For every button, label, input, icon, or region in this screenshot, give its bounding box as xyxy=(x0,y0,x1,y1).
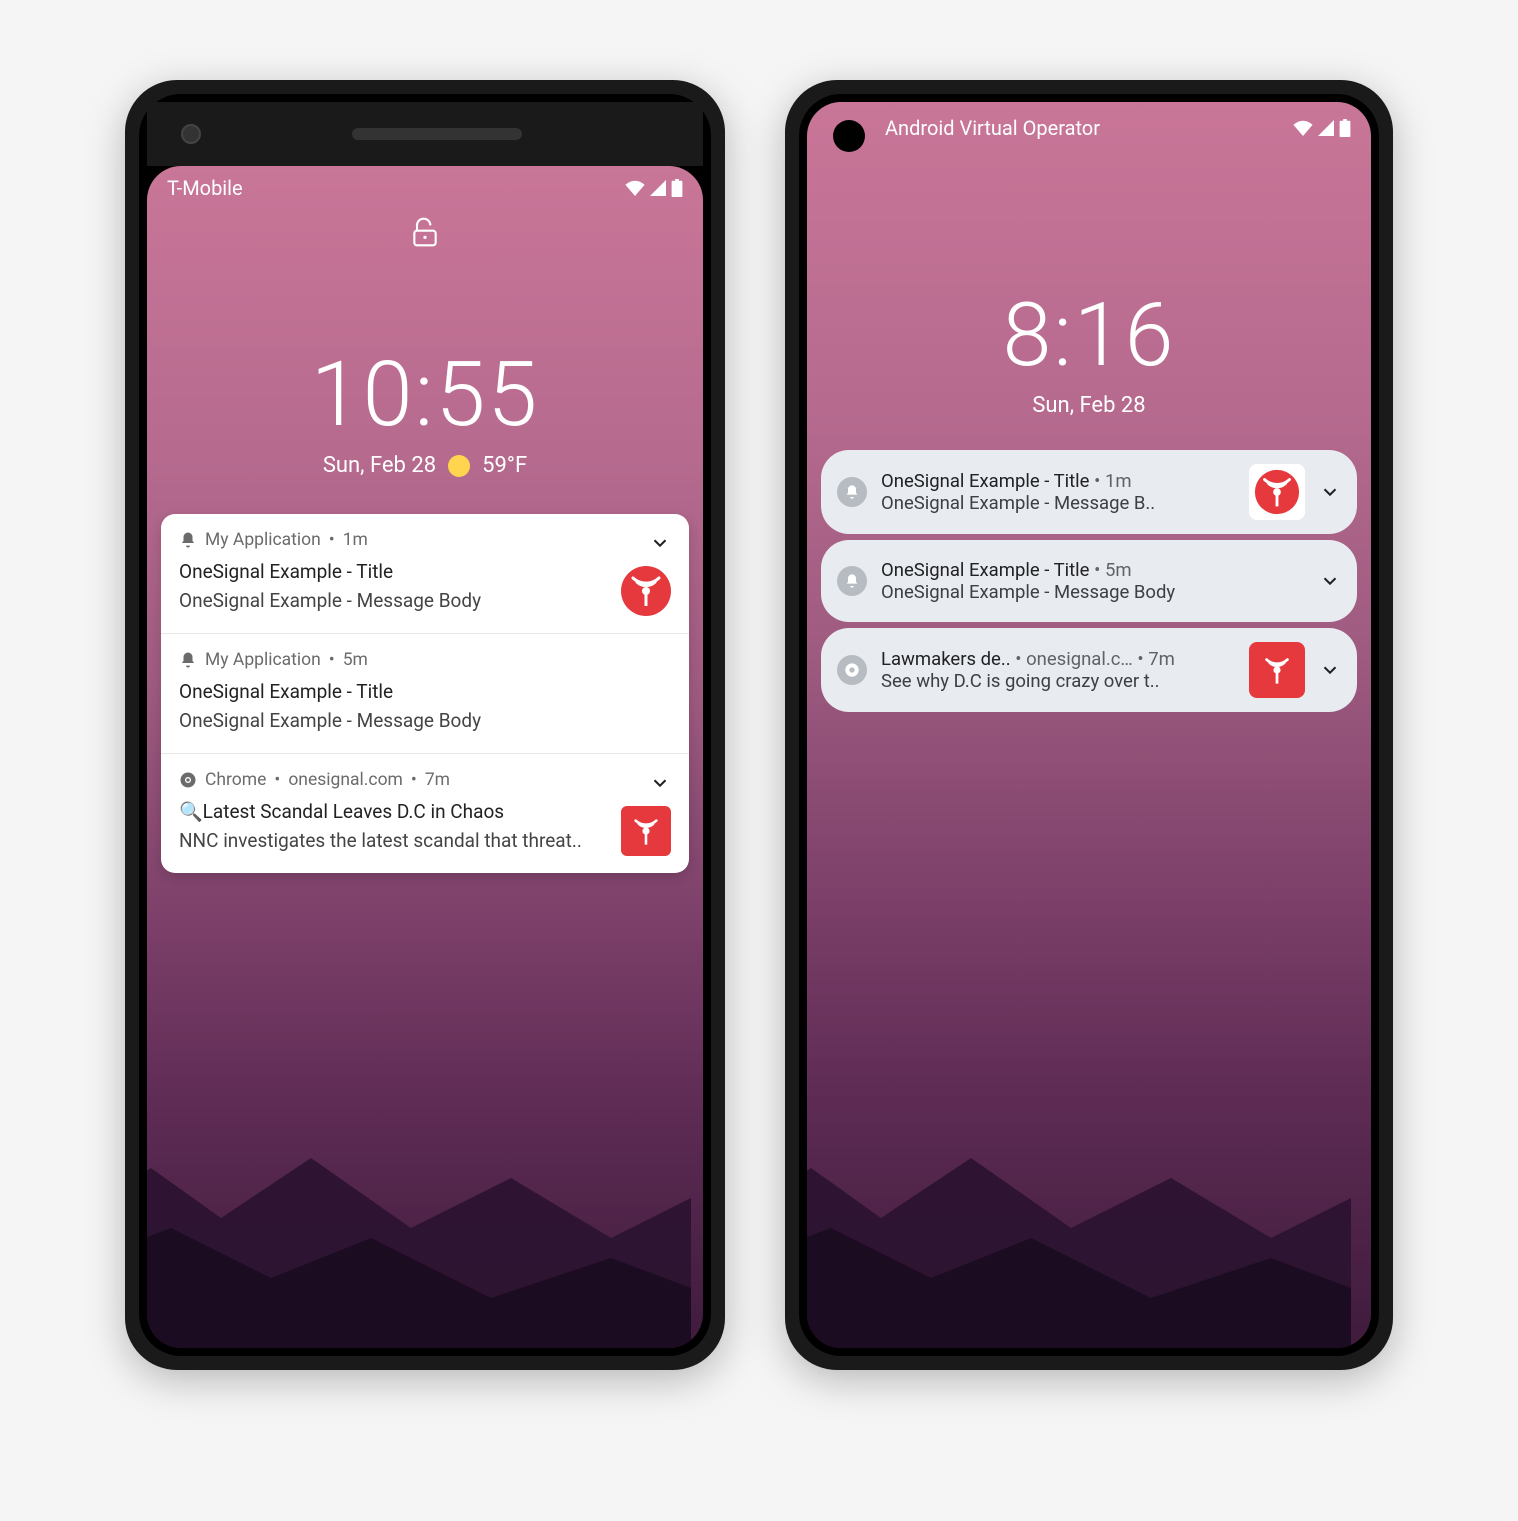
notification-time: 1m xyxy=(1105,470,1132,492)
notification-text: OneSignal Example - Title • 1m OneSignal… xyxy=(881,470,1235,514)
notification-body: OneSignal Example - Message Body xyxy=(179,587,671,616)
notification-title: Lawmakers de.. xyxy=(881,648,1011,670)
onesignal-icon xyxy=(621,566,671,616)
notification-title: 🔍Latest Scandal Leaves D.C in Chaos xyxy=(179,798,671,827)
app-name: My Application xyxy=(205,650,321,670)
battery-icon xyxy=(1339,119,1351,137)
lockscreen: 10:55 Sun, Feb 28 59°F xyxy=(147,204,703,478)
chevron-down-icon[interactable] xyxy=(649,772,671,794)
wifi-icon xyxy=(1293,120,1313,136)
notification-text: Lawmakers de.. • onesignal.c… • 7m See w… xyxy=(881,648,1235,692)
notification-title: OneSignal Example - Title xyxy=(881,559,1090,581)
chevron-down-icon[interactable] xyxy=(1319,481,1341,503)
temperature-label: 59°F xyxy=(482,453,527,478)
lockscreen: 8:16 Sun, Feb 28 xyxy=(807,144,1371,418)
notification-header: My Application • 1m xyxy=(179,530,671,550)
site-name: onesignal.com xyxy=(288,770,403,790)
status-icons xyxy=(625,179,683,197)
app-name: Chrome xyxy=(205,770,266,790)
notification-card[interactable]: My Application • 1m OneSignal Example - … xyxy=(161,514,689,634)
notification-body: NNC investigates the latest scandal that… xyxy=(179,827,671,856)
carrier-label: Android Virtual Operator xyxy=(885,116,1100,140)
chrome-icon xyxy=(844,662,860,678)
weather-icon xyxy=(448,455,470,477)
notification-body: OneSignal Example - Message Body xyxy=(179,707,671,736)
notification-time: 1m xyxy=(343,530,368,550)
notification-title: OneSignal Example - Title xyxy=(881,470,1090,492)
phone-inner: Android Virtual Operator 8:16 Sun, Feb 2… xyxy=(799,94,1379,1356)
notification-body: OneSignal Example - Message B.. xyxy=(881,492,1235,514)
notification-large-icon xyxy=(1249,642,1305,698)
wallpaper-mountains xyxy=(807,1068,1351,1348)
notification-time: 7m xyxy=(425,770,450,790)
onesignal-icon xyxy=(626,811,666,851)
notification-header: My Application • 5m xyxy=(179,650,671,670)
notification-card[interactable]: Lawmakers de.. • onesignal.c… • 7m See w… xyxy=(821,628,1357,712)
date-row: Sun, Feb 28 xyxy=(807,393,1371,418)
speaker xyxy=(352,128,522,140)
bell-icon xyxy=(179,531,197,549)
notification-large-icon xyxy=(1249,464,1305,520)
chevron-down-icon[interactable] xyxy=(649,532,671,554)
notification-header: Chrome • onesignal.com • 7m xyxy=(179,770,671,790)
wifi-icon xyxy=(625,180,645,196)
notification-body: See why D.C is going crazy over t.. xyxy=(881,670,1235,692)
phone-forehead xyxy=(147,102,703,166)
unlock-icon xyxy=(409,216,441,252)
onesignal-icon xyxy=(1253,468,1301,516)
signal-icon xyxy=(1317,120,1335,136)
status-bar: T-Mobile xyxy=(147,166,703,204)
notification-title: OneSignal Example - Title xyxy=(179,558,671,587)
date-label: Sun, Feb 28 xyxy=(323,453,436,478)
battery-icon xyxy=(671,179,683,197)
notification-card[interactable]: OneSignal Example - Title • 5m OneSignal… xyxy=(821,540,1357,622)
notification-panel: OneSignal Example - Title • 1m OneSignal… xyxy=(821,450,1357,712)
carrier-label: T-Mobile xyxy=(167,176,243,200)
bell-icon xyxy=(179,651,197,669)
date-row: Sun, Feb 28 59°F xyxy=(147,453,703,478)
notification-card[interactable]: OneSignal Example - Title • 1m OneSignal… xyxy=(821,450,1357,534)
notification-large-icon xyxy=(621,806,671,856)
onesignal-icon xyxy=(1257,650,1297,690)
signal-icon xyxy=(649,180,667,196)
front-camera xyxy=(181,124,201,144)
notification-card[interactable]: My Application • 5m OneSignal Example - … xyxy=(161,634,689,754)
app-icon-pill xyxy=(837,655,867,685)
date-label: Sun, Feb 28 xyxy=(1032,393,1145,418)
notification-time: 5m xyxy=(1105,559,1132,581)
notification-time: 7m xyxy=(1148,648,1175,670)
notification-time: 5m xyxy=(343,650,368,670)
screen[interactable]: T-Mobile 10:55 Sun, Feb 28 59°F xyxy=(147,166,703,1348)
notification-body: OneSignal Example - Message Body xyxy=(881,581,1305,603)
chevron-down-icon[interactable] xyxy=(1319,570,1341,592)
notification-title: OneSignal Example - Title xyxy=(179,678,671,707)
app-icon-pill xyxy=(837,566,867,596)
clock: 8:16 xyxy=(807,284,1371,387)
phone-pixel3: T-Mobile 10:55 Sun, Feb 28 59°F xyxy=(125,80,725,1370)
app-icon-pill xyxy=(837,477,867,507)
chevron-down-icon[interactable] xyxy=(1319,659,1341,681)
chrome-icon xyxy=(179,771,197,789)
screen[interactable]: Android Virtual Operator 8:16 Sun, Feb 2… xyxy=(807,102,1371,1348)
wallpaper-mountains xyxy=(147,1068,691,1348)
notification-text: OneSignal Example - Title • 5m OneSignal… xyxy=(881,559,1305,603)
bell-icon xyxy=(844,484,860,500)
clock: 10:55 xyxy=(147,342,703,447)
site-name: onesignal.c… xyxy=(1026,648,1133,670)
phone-pixel5: Android Virtual Operator 8:16 Sun, Feb 2… xyxy=(785,80,1393,1370)
app-name: My Application xyxy=(205,530,321,550)
phone-inner: T-Mobile 10:55 Sun, Feb 28 59°F xyxy=(139,94,711,1356)
notification-large-icon xyxy=(621,566,671,616)
notification-card[interactable]: Chrome • onesignal.com • 7m 🔍Latest Scan… xyxy=(161,754,689,873)
status-bar: Android Virtual Operator xyxy=(807,102,1371,144)
status-icons xyxy=(1293,119,1351,137)
notification-panel: My Application • 1m OneSignal Example - … xyxy=(161,514,689,873)
bell-icon xyxy=(844,573,860,589)
